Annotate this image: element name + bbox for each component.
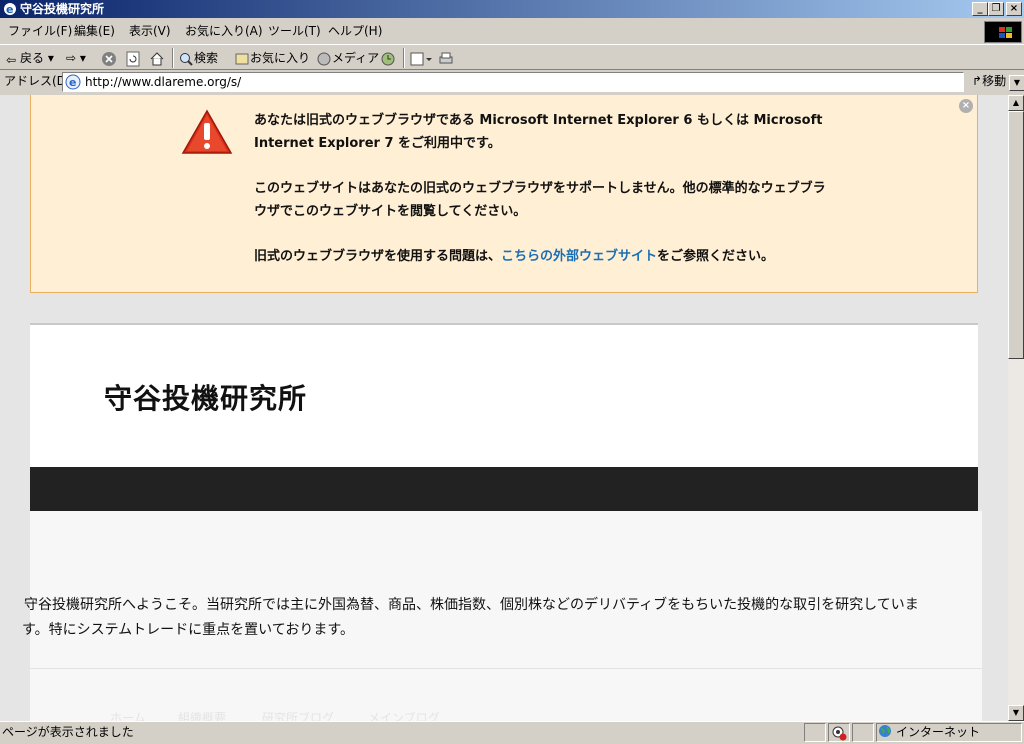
- warning-line-2: このウェブサイトはあなたの旧式のウェブブラウザをサポートしません。他の標準的なウ…: [254, 181, 826, 219]
- menu-favorites[interactable]: お気に入り(A): [185, 24, 263, 38]
- status-cell: [804, 723, 826, 742]
- address-bar: アドレス(D) e http://www.dlareme.org/s/ ▼ ↱移…: [0, 71, 1024, 93]
- go-label: 移動: [982, 74, 1007, 88]
- menu-view[interactable]: 表示(V): [129, 24, 171, 38]
- go-button[interactable]: ↱移動: [972, 74, 1006, 88]
- intro-line-2: す。特にシステムトレードに重点を置いております。: [22, 622, 354, 638]
- address-label: アドレス(D): [4, 74, 71, 88]
- back-label: 戻る: [20, 51, 45, 65]
- status-text: ページが表示されました: [2, 725, 134, 739]
- refresh-icon[interactable]: [125, 49, 141, 67]
- status-cell: [852, 723, 874, 742]
- footer-link-home[interactable]: ホーム: [110, 709, 146, 721]
- scroll-down-icon[interactable]: ▼: [1008, 705, 1024, 721]
- internet-globe-icon: [879, 725, 891, 737]
- stop-icon[interactable]: [101, 49, 117, 67]
- address-url: http://www.dlareme.org/s/: [85, 75, 242, 89]
- search-icon: [180, 52, 193, 66]
- intro-line-1: 守谷投機研究所へようこそ。当研究所では主に外国為替、商品、株価指数、個別株などの…: [24, 597, 919, 613]
- back-arrow-icon: ⇦: [6, 52, 17, 67]
- zone-label: インターネット: [896, 725, 981, 739]
- window-title: 守谷投機研究所: [20, 2, 105, 16]
- favorites-icon: [235, 53, 249, 64]
- browser-warning-banner: × あなたは旧式のウェブブラウザである Microsoft Internet E…: [30, 95, 978, 293]
- go-arrow-icon: ↱: [972, 74, 983, 88]
- mail-icon[interactable]: [410, 49, 432, 67]
- site-title[interactable]: 守谷投機研究所: [104, 377, 307, 417]
- external-site-link[interactable]: こちらの外部ウェブサイト: [501, 249, 657, 264]
- ie-icon: e: [4, 3, 16, 16]
- warning-icon: [181, 109, 233, 154]
- main-content: 守谷投機研究所へようこそ。当研究所では主に外国為替、商品、株価指数、個別株などの…: [22, 511, 982, 721]
- search-button[interactable]: 検索: [178, 49, 218, 67]
- favorites-button[interactable]: お気に入り: [234, 49, 310, 67]
- svg-text:e: e: [69, 76, 76, 89]
- privacy-icon[interactable]: [828, 723, 850, 742]
- restore-button[interactable]: ❐: [988, 2, 1004, 16]
- history-icon[interactable]: [380, 49, 396, 67]
- footer-link-lab-blog[interactable]: 研究所ブログ: [262, 709, 334, 721]
- warning-line-3-suffix: をご参照ください。: [657, 249, 775, 264]
- menu-help[interactable]: ヘルプ(H): [328, 24, 382, 38]
- media-icon: [317, 52, 331, 65]
- address-dropdown-icon[interactable]: ▼: [1009, 75, 1024, 91]
- menu-edit[interactable]: 編集(E): [74, 24, 115, 38]
- menu-bar: ファイル(F) 編集(E) 表示(V) お気に入り(A) ツール(T) ヘルプ(…: [0, 20, 1024, 42]
- warning-line-3: 旧式のウェブブラウザを使用する問題は、こちらの外部ウェブサイトをご参照ください。: [254, 245, 834, 268]
- close-banner-icon[interactable]: ×: [959, 99, 973, 113]
- minimize-button[interactable]: _: [972, 2, 988, 16]
- media-button[interactable]: メディア: [316, 49, 379, 67]
- site-header: 守谷投機研究所: [30, 323, 978, 467]
- menu-file[interactable]: ファイル(F): [8, 24, 72, 38]
- footer-link-about[interactable]: 組織概要: [178, 709, 226, 721]
- warning-line-1: あなたは旧式のウェブブラウザである Microsoft Internet Exp…: [254, 113, 823, 151]
- ie-page-icon: e: [65, 74, 81, 90]
- home-icon[interactable]: [149, 49, 165, 67]
- vertical-scrollbar[interactable]: ▲ ▼: [1008, 95, 1024, 721]
- title-bar: e 守谷投機研究所 _ ❐ ×: [0, 0, 1024, 18]
- footer-link-main-blog[interactable]: メインブログ: [368, 709, 440, 721]
- print-icon[interactable]: [438, 49, 454, 67]
- status-bar: ページが表示されました インターネット: [0, 721, 1024, 744]
- menu-tools[interactable]: ツール(T): [268, 24, 321, 38]
- warning-line-3-text: 旧式のウェブブラウザを使用する問題は、: [254, 249, 502, 264]
- close-button[interactable]: ×: [1006, 2, 1022, 16]
- svg-text:e: e: [6, 3, 13, 16]
- toolbar-separator: [403, 48, 405, 68]
- search-label: 検索: [194, 51, 219, 65]
- forward-button[interactable]: ⇨ ▾: [66, 49, 86, 67]
- address-input[interactable]: e http://www.dlareme.org/s/ ▼: [62, 72, 1024, 92]
- media-label: メディア: [332, 51, 380, 65]
- navigation-bar: [30, 467, 978, 511]
- toolbar: ⇦ 戻る ▾ ⇨ ▾ 検索 お気に入り メディア: [0, 44, 1024, 70]
- toolbar-separator: [172, 48, 174, 68]
- windows-logo-icon: [984, 21, 1022, 43]
- scroll-up-icon[interactable]: ▲: [1008, 95, 1024, 111]
- favorites-label: お気に入り: [250, 51, 311, 65]
- back-button[interactable]: ⇦ 戻る ▾: [6, 49, 54, 67]
- scroll-thumb[interactable]: [1008, 111, 1024, 359]
- content-divider: [30, 668, 982, 669]
- page-viewport: × あなたは旧式のウェブブラウザである Microsoft Internet E…: [0, 95, 1008, 721]
